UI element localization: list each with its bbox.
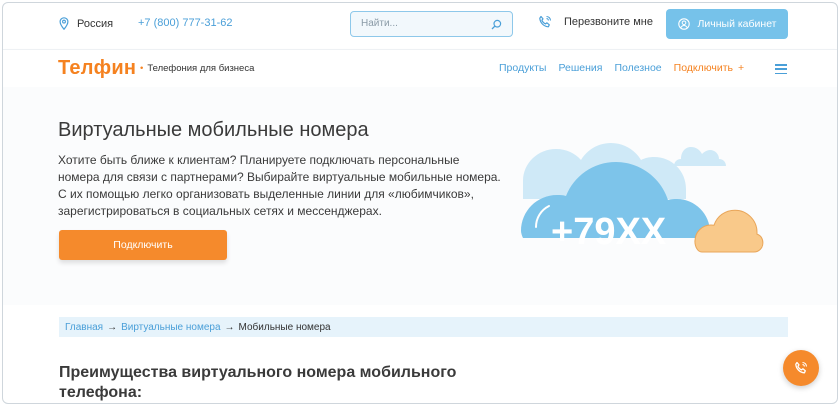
cloud-illustration: +79XX [521, 143, 764, 253]
nav-item-connect[interactable]: Подключить + [674, 62, 744, 74]
illustration-number-text: +79XX [551, 211, 667, 253]
callback-button[interactable]: Перезвоните мне [538, 15, 653, 29]
main-nav: Телфин • Телефония для бизнеса Продукты Р… [3, 49, 837, 87]
breadcrumb-current: Мобильные номера [238, 321, 331, 333]
small-cloud-icon [674, 147, 726, 166]
breadcrumb-virtual-numbers[interactable]: Виртуальные номера [121, 322, 220, 333]
browser-frame: Россия +7 (800) 777-31-62 Перезвоните мн… [2, 2, 838, 404]
personal-account-label: Личный кабинет [697, 18, 777, 30]
search-box[interactable] [350, 11, 513, 37]
breadcrumb-separator: → [224, 321, 235, 333]
phone-callback-icon [539, 15, 552, 28]
personal-account-button[interactable]: Личный кабинет [666, 9, 788, 39]
top-bar: Россия +7 (800) 777-31-62 Перезвоните мн… [3, 3, 837, 47]
tagline-text: Телефония для бизнеса [147, 63, 255, 74]
brand-tagline: • Телефония для бизнеса [140, 63, 255, 74]
section-title: Преимущества виртуального номера мобильн… [59, 364, 457, 401]
location-pin-icon [59, 17, 69, 30]
nav-links: Продукты Решения Полезное Подключить + [499, 62, 744, 74]
user-icon [677, 18, 690, 30]
region-selector[interactable]: Россия [59, 17, 113, 30]
search-icon[interactable] [491, 19, 502, 30]
callback-label: Перезвоните мне [564, 16, 653, 28]
breadcrumb-home[interactable]: Главная [65, 322, 103, 333]
search-input[interactable] [361, 18, 481, 29]
breadcrumb-separator: → [107, 321, 118, 333]
header-phone-link[interactable]: +7 (800) 777-31-62 [138, 17, 232, 29]
hamburger-menu-icon[interactable] [775, 64, 787, 74]
floating-call-button[interactable] [783, 350, 819, 386]
hero-section: Виртуальные мобильные номера Хотите быть… [3, 87, 837, 305]
nav-item-solutions[interactable]: Решения [558, 62, 602, 74]
hero-description: Хотите быть ближе к клиентам? Планируете… [58, 153, 501, 218]
phone-icon [795, 361, 808, 374]
plus-icon: + [737, 62, 745, 74]
region-label: Россия [77, 17, 114, 30]
connect-button[interactable]: Подключить [59, 230, 227, 260]
nav-item-useful[interactable]: Полезное [614, 62, 661, 74]
page-title: Виртуальные мобильные номера [58, 119, 369, 141]
nav-item-products[interactable]: Продукты [499, 62, 546, 74]
nav-connect-label: Подключить [673, 62, 734, 74]
brand-logo[interactable]: Телфин [58, 57, 136, 80]
breadcrumb: Главная → Виртуальные номера → Мобильные… [59, 317, 788, 337]
